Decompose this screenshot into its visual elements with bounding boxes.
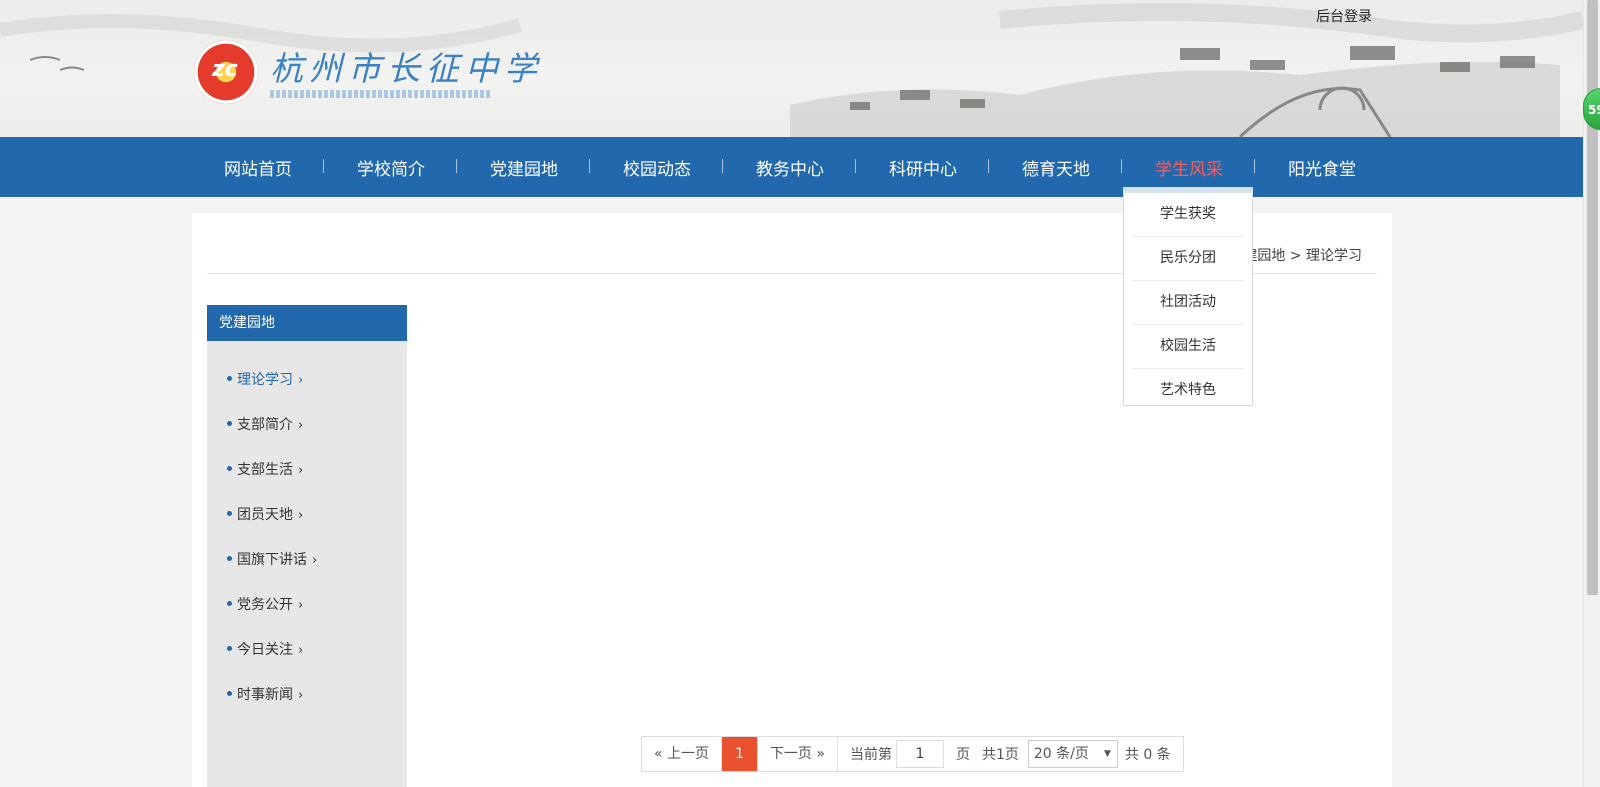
page-size-select[interactable]: 20 条/页: [1027, 740, 1118, 768]
sidebar-item-branch-life[interactable]: 支部生活 ›: [227, 459, 303, 479]
school-name-subtitle-decoration: [270, 90, 490, 98]
bullet-icon: [227, 645, 232, 651]
bullet-icon: [227, 420, 232, 426]
chevron-right-icon: ›: [298, 598, 304, 613]
bullet-icon: [227, 600, 232, 606]
page-unit-label: 页: [955, 747, 970, 763]
nav-separator: [722, 159, 723, 173]
dropdown-item-folk-music[interactable]: 民乐分团: [1132, 237, 1244, 281]
sidebar-item-label: 国旗下讲话: [237, 552, 307, 568]
student-showcase-dropdown: 学生获奖 民乐分团 社团活动 校园生活 艺术特色: [1123, 187, 1253, 406]
nav-separator: [323, 159, 324, 173]
sidebar-item-label: 支部生活: [237, 462, 293, 478]
admin-login-link[interactable]: 后台登录: [1316, 6, 1372, 26]
pagination: « 上一页 1 下一页 » 当前第 页 共1页 20 条/页 共 0 条: [641, 736, 1184, 772]
next-page-button[interactable]: 下一页 »: [758, 737, 838, 771]
main-nav: 网站首页 学校简介 党建园地 校园动态 教务中心 科研中心 德育天地 学生风采 …: [0, 137, 1583, 197]
sidebar-item-label: 时事新闻: [237, 687, 293, 703]
bullet-icon: [227, 465, 232, 471]
sidebar-item-label: 支部简介: [237, 417, 293, 433]
nav-item-academic-center[interactable]: 教务中心: [756, 155, 824, 180]
nav-item-campus-news[interactable]: 校园动态: [623, 155, 691, 180]
sidebar-item-party-affairs[interactable]: 党务公开 ›: [227, 594, 303, 614]
school-logo-icon: zc: [194, 40, 258, 104]
total-pages-label: 共1页: [981, 747, 1019, 763]
nav-separator: [456, 159, 457, 173]
bullet-icon: [227, 690, 232, 696]
chevron-right-icon: ›: [298, 508, 304, 523]
sidebar-item-league-members[interactable]: 团员天地 ›: [227, 504, 303, 524]
sidebar-title: 党建园地: [207, 305, 407, 341]
current-page-button[interactable]: 1: [722, 737, 758, 771]
school-name: 杭州市长征中学: [270, 49, 543, 88]
bullet-icon: [227, 510, 232, 516]
prev-page-button[interactable]: « 上一页: [642, 737, 723, 771]
bullet-icon: [227, 555, 232, 561]
nav-item-student-showcase[interactable]: 学生风采: [1155, 155, 1223, 180]
dropdown-item-student-awards[interactable]: 学生获奖: [1132, 193, 1244, 237]
sidebar-item-current-news[interactable]: 时事新闻 ›: [227, 684, 303, 704]
chevron-right-icon: ›: [298, 643, 304, 658]
nav-item-home[interactable]: 网站首页: [224, 155, 292, 180]
nav-separator: [855, 159, 856, 173]
dropdown-item-campus-life[interactable]: 校园生活: [1132, 325, 1244, 369]
chevron-right-icon: ›: [312, 553, 318, 568]
nav-item-sunshine-canteen[interactable]: 阳光食堂: [1288, 155, 1356, 180]
sidebar: 党建园地 理论学习 › 支部简介 › 支部生活 › 团员天地 › 国旗下讲话 › 党务公开…: [207, 305, 407, 787]
nav-separator: [1254, 159, 1255, 173]
current-page-label: 当前第: [849, 747, 892, 763]
sidebar-item-label: 理论学习: [237, 372, 293, 388]
breadcrumb-item-theory-study[interactable]: 理论学习: [1306, 248, 1362, 264]
chevron-right-icon: ›: [298, 463, 304, 478]
chevron-right-icon: ›: [298, 373, 304, 388]
sidebar-item-label: 今日关注: [237, 642, 293, 658]
header-banner: zc 杭州市长征中学 后台登录: [0, 0, 1583, 137]
nav-item-research-center[interactable]: 科研中心: [889, 155, 957, 180]
sidebar-item-flag-speech[interactable]: 国旗下讲话 ›: [227, 549, 317, 569]
page-size-value: 20 条/页: [1033, 746, 1089, 762]
sidebar-item-today-focus[interactable]: 今日关注 ›: [227, 639, 303, 659]
page-jump-input[interactable]: [895, 740, 944, 768]
nav-separator: [589, 159, 590, 173]
nav-item-party-building[interactable]: 党建园地: [490, 155, 558, 180]
dropdown-item-art-features[interactable]: 艺术特色: [1132, 369, 1244, 413]
breadcrumb-separator: >: [1289, 248, 1306, 264]
sidebar-item-label: 党务公开: [237, 597, 293, 613]
bullet-icon: [227, 375, 232, 381]
nav-item-school-intro[interactable]: 学校简介: [357, 155, 425, 180]
nav-separator: [1121, 159, 1122, 173]
nav-item-moral-education[interactable]: 德育天地: [1022, 155, 1090, 180]
sidebar-item-label: 团员天地: [237, 507, 293, 523]
total-items-label: 共 0 条: [1124, 747, 1171, 763]
dropdown-item-club-activities[interactable]: 社团活动: [1132, 281, 1244, 325]
chevron-right-icon: ›: [298, 418, 304, 433]
sidebar-item-branch-intro[interactable]: 支部简介 ›: [227, 414, 303, 434]
chevron-right-icon: ›: [298, 688, 304, 703]
nav-separator: [988, 159, 989, 173]
sidebar-item-theory-study[interactable]: 理论学习 ›: [227, 369, 303, 389]
